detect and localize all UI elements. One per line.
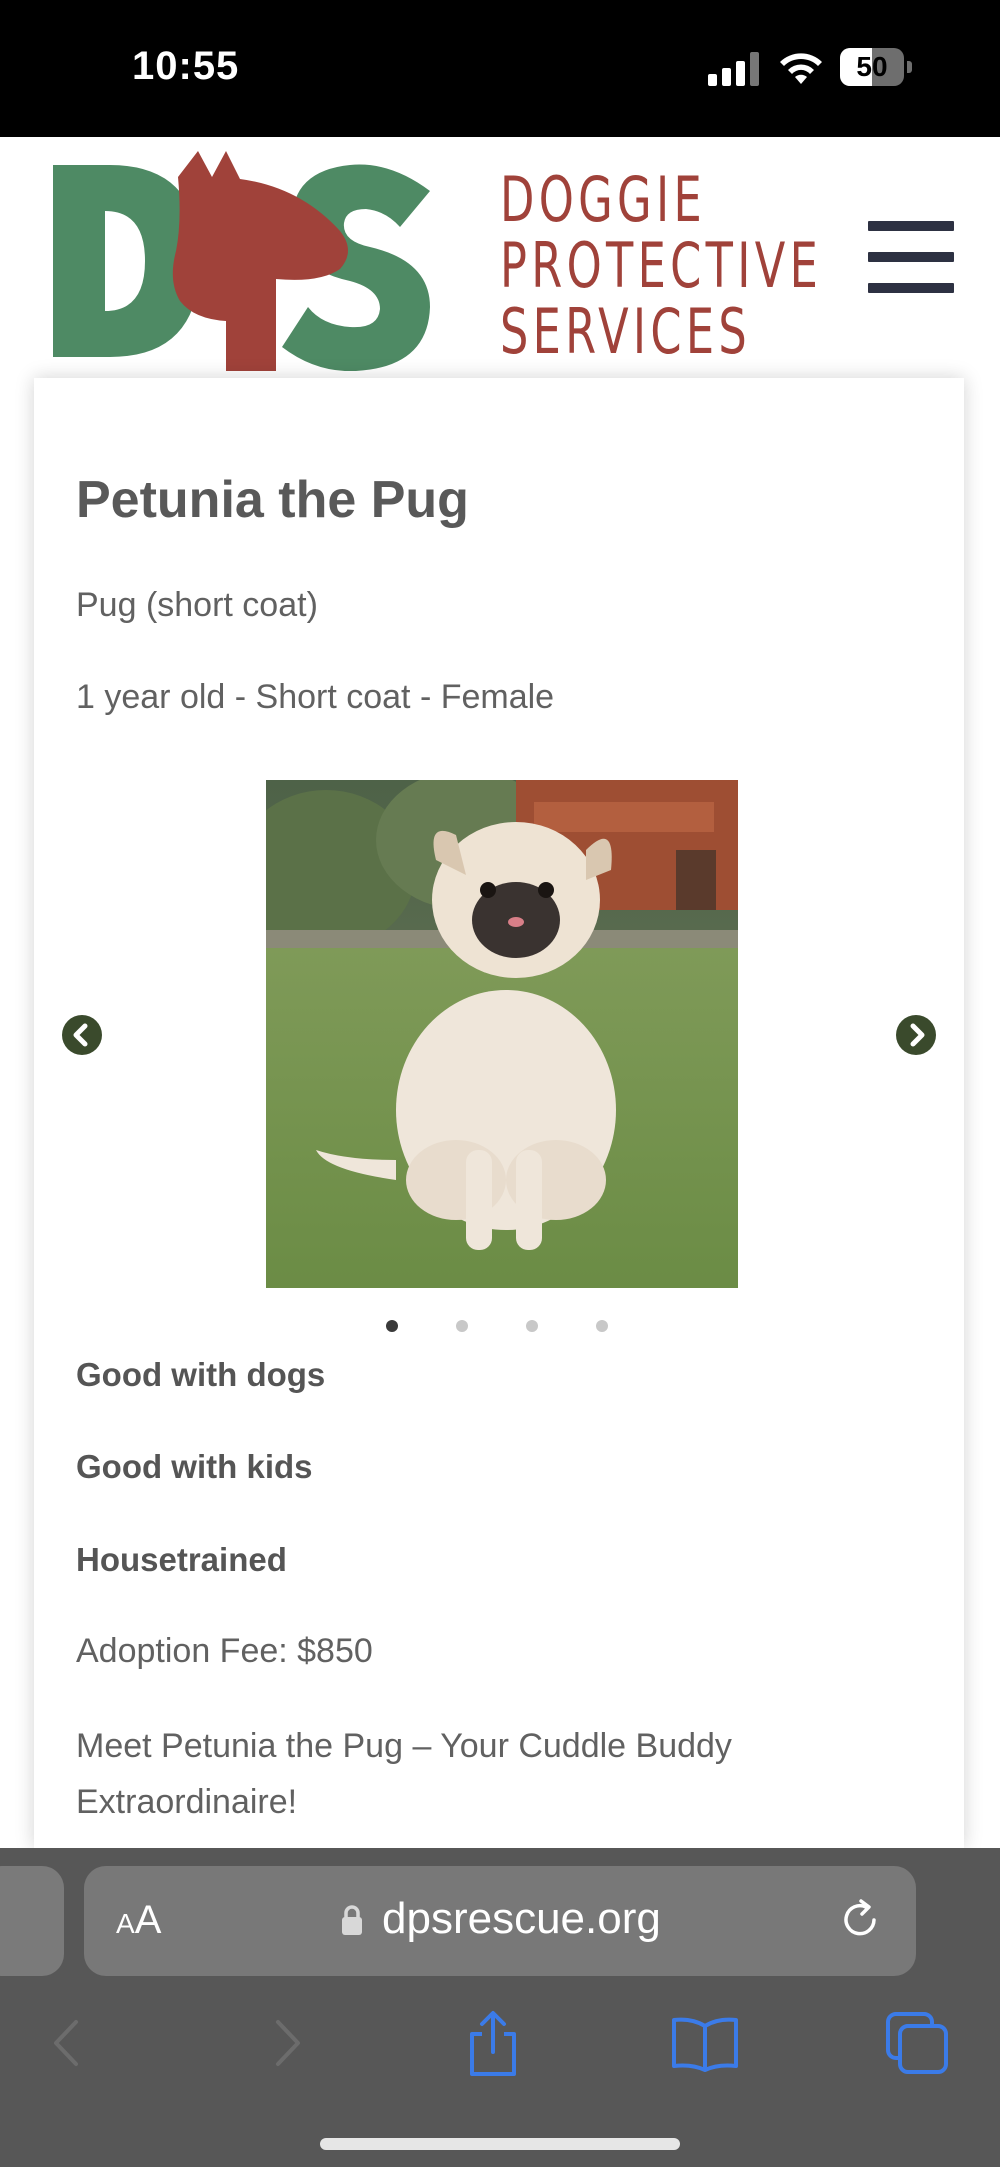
browser-toolbar: AA dpsrescue.org — [0, 1848, 1000, 2167]
hamburger-icon-bar — [868, 283, 954, 293]
carousel-next-button[interactable] — [896, 1015, 936, 1055]
hamburger-icon-bar — [868, 252, 954, 262]
address-bar[interactable]: AA dpsrescue.org — [84, 1866, 916, 1976]
forward-icon[interactable] — [250, 2008, 320, 2078]
logo-line-doggie: DOGGIE — [500, 163, 706, 236]
trait-good-with-dogs: Good with dogs — [76, 1356, 326, 1393]
carousel-dot[interactable] — [456, 1320, 468, 1332]
tabs-icon[interactable] — [882, 2008, 952, 2078]
wifi-icon — [780, 53, 822, 84]
pet-name-title: Petunia the Pug — [76, 471, 469, 529]
photo-carousel[interactable] — [34, 778, 964, 1318]
share-icon[interactable] — [458, 2008, 528, 2078]
hamburger-menu-button[interactable] — [868, 221, 954, 293]
logo-line-services: SERVICES — [500, 295, 752, 368]
carousel-prev-button[interactable] — [62, 1015, 102, 1055]
bookmarks-icon[interactable] — [670, 2008, 740, 2078]
battery-level: 50 — [856, 51, 888, 82]
pet-photo[interactable] — [266, 780, 738, 1288]
browser-nav-row — [0, 2008, 1000, 2088]
site-header: DOGGIE PROTECTIVE SERVICES — [0, 137, 1000, 377]
back-icon[interactable] — [34, 2008, 104, 2078]
reload-icon[interactable] — [838, 1898, 884, 1944]
logo-line-protective: PROTECTIVE — [500, 229, 823, 302]
pet-details: 1 year old - Short coat - Female — [76, 678, 555, 716]
carousel-dot[interactable] — [526, 1320, 538, 1332]
pet-card: Petunia the Pug Pug (short coat) 1 year … — [34, 378, 964, 1848]
pet-description: Meet Petunia the Pug – Your Cuddle Buddy… — [76, 1727, 732, 1821]
home-indicator[interactable] — [320, 2138, 680, 2150]
status-time: 10:55 — [132, 44, 240, 88]
url-domain: dpsrescue.org — [382, 1894, 661, 1943]
hamburger-icon-bar — [868, 221, 954, 231]
text-size-button[interactable]: AA — [116, 1898, 161, 1943]
carousel-pagination — [386, 1320, 646, 1334]
chevron-left-circle-icon — [73, 1023, 88, 1047]
battery-icon: 50 — [840, 48, 912, 86]
previous-tab-preview[interactable] — [0, 1866, 64, 1976]
logo-wordmark: DOGGIE PROTECTIVE SERVICES — [500, 167, 822, 365]
dps-logo[interactable]: DOGGIE PROTECTIVE SERVICES — [50, 151, 818, 372]
dps-logo-mark — [53, 151, 430, 372]
adoption-fee: Adoption Fee: $850 — [76, 1632, 373, 1670]
lock-icon — [342, 1905, 362, 1935]
pet-breed: Pug (short coat) — [76, 586, 318, 624]
status-bar: 10:55 50 — [0, 0, 1000, 137]
carousel-dot[interactable] — [596, 1320, 608, 1332]
trait-good-with-kids: Good with kids — [76, 1448, 313, 1485]
pug-photo-image — [266, 780, 738, 1288]
trait-housetrained: Housetrained — [76, 1541, 287, 1578]
cellular-signal-icon — [708, 52, 760, 86]
carousel-dot[interactable] — [386, 1320, 398, 1332]
chevron-right-circle-icon — [910, 1023, 925, 1047]
